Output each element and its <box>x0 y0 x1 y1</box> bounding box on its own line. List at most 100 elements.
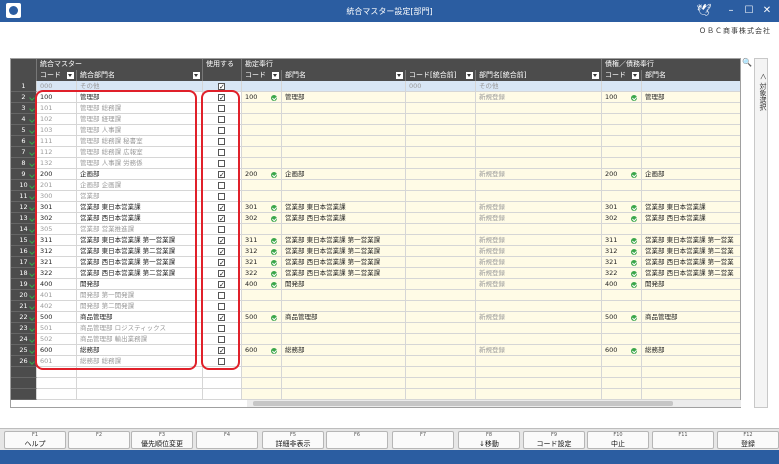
cell-name[interactable]: 開発部 第一開発課 <box>77 290 203 301</box>
cell-c3[interactable] <box>406 147 476 158</box>
cell-c3[interactable] <box>406 213 476 224</box>
cell-name[interactable]: 管理部 人事課 <box>77 125 203 136</box>
cell-n4[interactable] <box>642 180 740 191</box>
cell-name[interactable]: 管理部 総務課 広報室 <box>77 147 203 158</box>
cell-n2[interactable] <box>282 290 406 301</box>
cell-name[interactable]: 商品管理部 輸出業務課 <box>77 334 203 345</box>
cell-code[interactable]: 302 <box>37 213 77 224</box>
cell-n3[interactable] <box>476 114 602 125</box>
table-row[interactable]: 20 401 開発部 第一開発課 <box>11 290 740 301</box>
cell-name[interactable]: 企画部 <box>77 169 203 180</box>
table-row[interactable]: 21 402 開発部 第二開発課 <box>11 301 740 312</box>
cell-name[interactable]: 営業部 西日本営業課 <box>77 213 203 224</box>
col-name4[interactable]: 部門名 <box>642 70 740 81</box>
cell-n4[interactable] <box>642 334 740 345</box>
fkey-f12-button[interactable]: F12 登録 <box>717 431 779 449</box>
cell-n2[interactable] <box>282 81 406 92</box>
cell-c4[interactable] <box>602 301 642 312</box>
close-button[interactable]: ✕ <box>759 3 775 18</box>
cell-c3[interactable] <box>406 169 476 180</box>
use-checkbox[interactable] <box>218 214 225 223</box>
use-checkbox[interactable] <box>218 303 225 310</box>
cell-n2[interactable]: 商品管理部 <box>282 312 406 323</box>
use-checkbox[interactable] <box>218 203 225 212</box>
use-checkbox-cell[interactable] <box>203 81 242 92</box>
horizontal-scrollbar[interactable] <box>247 400 741 407</box>
table-row[interactable]: 5 103 管理部 人事課 <box>11 125 740 136</box>
col-name3[interactable]: 部門名[統合前] <box>476 70 602 81</box>
cell-name[interactable]: 管理部 総務課 <box>77 103 203 114</box>
kanjo-code-cell[interactable]: 311 <box>242 235 282 246</box>
use-checkbox[interactable] <box>218 358 225 365</box>
cell-code[interactable]: 103 <box>37 125 77 136</box>
table-row[interactable]: 14 305 営業部 営業推進課 <box>11 224 740 235</box>
table-row[interactable]: 25600総務部600総務部新規登録600総務部 <box>11 345 740 356</box>
cell-n4[interactable] <box>642 114 740 125</box>
cell-c3[interactable] <box>406 323 476 334</box>
cell-n4[interactable] <box>642 147 740 158</box>
cell-name[interactable]: 総務部 総務課 <box>77 356 203 367</box>
cell-c3[interactable] <box>406 136 476 147</box>
cell-n4[interactable] <box>642 191 740 202</box>
cell-c3[interactable] <box>406 202 476 213</box>
cell-n3[interactable] <box>476 334 602 345</box>
table-row[interactable]: 6 111 管理部 総務課 秘書室 <box>11 136 740 147</box>
cell-n2[interactable] <box>282 180 406 191</box>
use-checkbox-cell[interactable] <box>203 136 242 147</box>
cell-code[interactable]: 132 <box>37 158 77 169</box>
cell-n2[interactable]: 営業部 西日本営業課 <box>282 213 406 224</box>
table-row[interactable]: 11 300 営業部 <box>11 191 740 202</box>
kanjo-code-cell[interactable]: 200 <box>242 169 282 180</box>
cell-c4[interactable] <box>602 356 642 367</box>
use-checkbox-cell[interactable] <box>203 103 242 114</box>
filter-dropdown-icon[interactable] <box>396 72 403 79</box>
cell-code[interactable]: 201 <box>37 180 77 191</box>
cell-code[interactable]: 312 <box>37 246 77 257</box>
cell-n4[interactable]: 営業部 西日本営業課 <box>642 213 740 224</box>
saiken-code-cell[interactable]: 400 <box>602 279 642 290</box>
cell-n2[interactable]: 営業部 東日本営業課 第一営業課 <box>282 235 406 246</box>
cell-c4[interactable] <box>602 136 642 147</box>
cell-c2[interactable] <box>242 191 282 202</box>
cell-n3[interactable]: 新規登録 <box>476 279 602 290</box>
cell-n2[interactable] <box>282 323 406 334</box>
table-row[interactable]: 10 201 企画部 企画課 <box>11 180 740 191</box>
filter-dropdown-icon[interactable] <box>67 72 74 79</box>
cell-n4[interactable] <box>642 356 740 367</box>
use-checkbox[interactable] <box>218 105 225 112</box>
cell-n2[interactable] <box>282 103 406 114</box>
cell-c3[interactable] <box>406 114 476 125</box>
cell-name[interactable]: 営業部 <box>77 191 203 202</box>
cell-c4[interactable] <box>602 334 642 345</box>
table-row[interactable]: 17321営業部 西日本営業課 第一営業課321営業部 西日本営業課 第一営業課… <box>11 257 740 268</box>
target-select-tab[interactable]: ＜ 対象選択 <box>754 58 768 408</box>
cell-n4[interactable] <box>642 81 740 92</box>
use-checkbox-cell[interactable] <box>203 191 242 202</box>
use-checkbox-cell[interactable] <box>203 345 242 356</box>
saiken-code-cell[interactable]: 302 <box>602 213 642 224</box>
cell-name[interactable]: 営業部 東日本営業課 第二営業課 <box>77 246 203 257</box>
use-checkbox-cell[interactable] <box>203 246 242 257</box>
cell-n4[interactable]: 開発部 <box>642 279 740 290</box>
col-name2[interactable]: 部門名 <box>282 70 406 81</box>
cell-n2[interactable]: 営業部 東日本営業課 <box>282 202 406 213</box>
table-row[interactable] <box>11 389 740 400</box>
cell-c3[interactable] <box>406 103 476 114</box>
cell-name[interactable]: 開発部 第二開発課 <box>77 301 203 312</box>
saiken-code-cell[interactable]: 600 <box>602 345 642 356</box>
cell-code[interactable]: 101 <box>37 103 77 114</box>
cell-c4[interactable] <box>602 125 642 136</box>
cell-n4[interactable] <box>642 290 740 301</box>
cell-n4[interactable] <box>642 158 740 169</box>
cell-c4[interactable] <box>602 224 642 235</box>
use-checkbox[interactable] <box>218 127 225 134</box>
cell-code[interactable]: 322 <box>37 268 77 279</box>
use-checkbox-cell[interactable] <box>203 334 242 345</box>
table-row[interactable]: 9200企画部200企画部新規登録200企画部 <box>11 169 740 180</box>
cell-n2[interactable] <box>282 224 406 235</box>
cell-c3[interactable] <box>406 125 476 136</box>
cell-n2[interactable] <box>282 136 406 147</box>
saiken-code-cell[interactable]: 100 <box>602 92 642 103</box>
cell-n4[interactable]: 総務部 <box>642 345 740 356</box>
use-checkbox-cell[interactable] <box>203 147 242 158</box>
